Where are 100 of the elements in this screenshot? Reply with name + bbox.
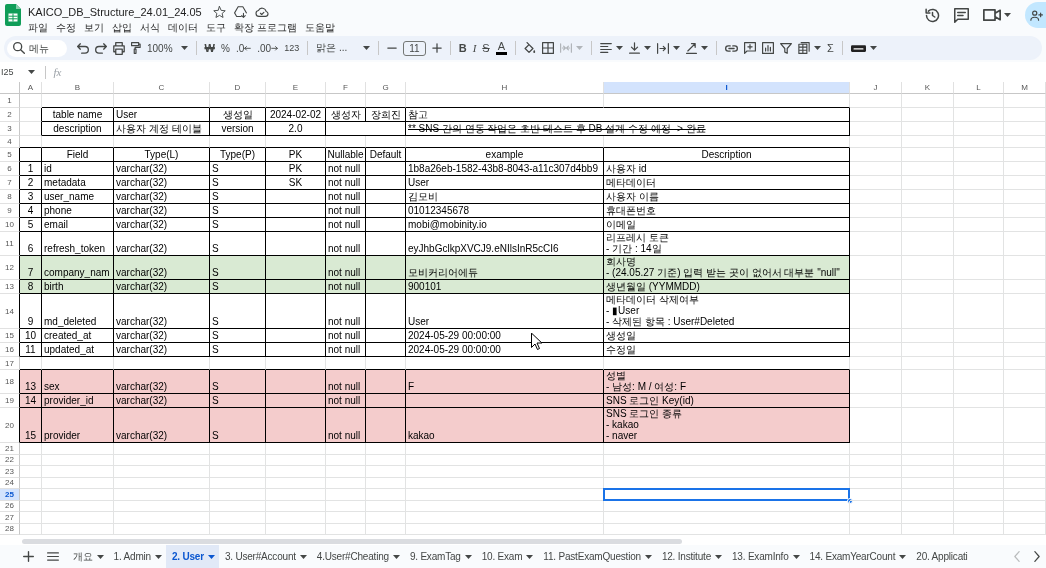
- sheet-tab[interactable]: 20. Applicati: [910, 545, 972, 568]
- column-header[interactable]: A: [20, 82, 42, 94]
- sheet-tab[interactable]: 12. Institute: [655, 545, 726, 568]
- plus-icon[interactable]: [23, 551, 34, 562]
- row-header[interactable]: 25: [0, 489, 20, 501]
- row-header[interactable]: 16: [0, 343, 20, 357]
- sheet-tab[interactable]: 14. ExamYearCount: [803, 545, 911, 568]
- undo-icon[interactable]: [77, 42, 89, 54]
- row-header[interactable]: 7: [0, 176, 20, 190]
- column-header[interactable]: B: [42, 82, 114, 94]
- menu-item[interactable]: 도구: [206, 21, 226, 35]
- menu-search-field[interactable]: 메뉴: [7, 39, 67, 57]
- zoom-select[interactable]: 100%: [147, 42, 188, 54]
- row-header[interactable]: 6: [0, 162, 20, 176]
- chart-icon[interactable]: [762, 42, 774, 54]
- diagonal-arrow-icon[interactable]: [686, 42, 697, 54]
- column-header[interactable]: C: [114, 82, 210, 94]
- table-grid-icon[interactable]: [798, 42, 810, 54]
- align-left-icon[interactable]: [600, 43, 612, 53]
- font-size-field[interactable]: 11: [403, 40, 426, 56]
- sheet-tab[interactable]: 4.User#Cheating: [310, 545, 404, 568]
- column-header[interactable]: D: [210, 82, 266, 94]
- row-header[interactable]: 10: [0, 218, 20, 232]
- row-header[interactable]: 11: [0, 232, 20, 256]
- name-box[interactable]: I25: [0, 67, 35, 77]
- menu-item[interactable]: 확장 프로그램: [234, 21, 297, 35]
- menu-item[interactable]: 보기: [84, 21, 104, 35]
- comment-icon[interactable]: [954, 7, 969, 23]
- fill-handle[interactable]: [847, 497, 853, 504]
- row-header[interactable]: 3: [0, 122, 20, 136]
- row-header[interactable]: 8: [0, 190, 20, 204]
- font-select[interactable]: 맑은 ...: [316, 41, 371, 55]
- triangle-arrow-icon[interactable]: [233, 5, 247, 18]
- decrease-decimal[interactable]: .0: [235, 42, 252, 54]
- filter-icon[interactable]: [780, 42, 792, 54]
- percent-format[interactable]: %: [220, 42, 230, 54]
- currency-format[interactable]: ₩: [204, 42, 215, 54]
- column-header[interactable]: J: [850, 82, 902, 94]
- scrollbar-thumb[interactable]: [22, 538, 682, 544]
- sheet-tab[interactable]: 2. User: [165, 545, 219, 568]
- menu-item[interactable]: 파일: [28, 21, 48, 35]
- menu-icon[interactable]: [47, 552, 59, 561]
- sheet-tab[interactable]: 개요: [67, 545, 108, 568]
- row-header[interactable]: 15: [0, 329, 20, 343]
- sheet-tab[interactable]: 11. PastExamQuestion: [537, 545, 656, 568]
- row-header[interactable]: 22: [0, 454, 20, 466]
- sheet-tab[interactable]: 13. ExamInfo: [726, 545, 804, 568]
- row-header[interactable]: 27: [0, 512, 20, 524]
- chevron-right-icon[interactable]: [1034, 551, 1040, 562]
- rounded-bar-icon[interactable]: [850, 44, 866, 52]
- sheet-tab[interactable]: 10. Exam: [475, 545, 538, 568]
- column-header[interactable]: H: [406, 82, 604, 94]
- minus-icon[interactable]: [387, 47, 398, 49]
- caret-icon[interactable]: [1004, 13, 1011, 17]
- cloud-check-icon[interactable]: [254, 6, 269, 17]
- column-header[interactable]: M: [1004, 82, 1046, 94]
- column-header[interactable]: I: [604, 82, 850, 94]
- menu-item[interactable]: 도움말: [304, 21, 335, 35]
- menu-item[interactable]: 서식: [140, 21, 160, 35]
- row-header[interactable]: 5: [0, 148, 20, 162]
- column-header[interactable]: E: [266, 82, 326, 94]
- column-header[interactable]: G: [366, 82, 406, 94]
- text-color-picker[interactable]: A: [495, 41, 507, 55]
- row-header[interactable]: 4: [0, 136, 20, 148]
- redo-icon[interactable]: [95, 42, 107, 54]
- strikethrough-toggle[interactable]: S: [482, 42, 490, 54]
- bold-toggle[interactable]: B: [458, 42, 467, 54]
- document-title[interactable]: KAICO_DB_Structure_24.01_24.05: [28, 5, 202, 18]
- row-header[interactable]: 17: [0, 357, 20, 370]
- link-icon[interactable]: [725, 44, 738, 52]
- menu-item[interactable]: 데이터: [168, 21, 198, 35]
- row-header[interactable]: 26: [0, 500, 20, 512]
- history-icon[interactable]: [925, 7, 940, 23]
- paint-bucket-icon[interactable]: [524, 42, 536, 54]
- column-header[interactable]: F: [326, 82, 366, 94]
- sheet-tab[interactable]: 3. User#Account: [218, 545, 311, 568]
- share-button[interactable]: [1025, 2, 1046, 28]
- column-header[interactable]: L: [954, 82, 1004, 94]
- spreadsheet-logo-icon[interactable]: [5, 4, 21, 26]
- print-icon[interactable]: [113, 41, 125, 55]
- menu-item[interactable]: 삽입: [112, 21, 132, 35]
- sheet-tab[interactable]: 9. ExamTag: [403, 545, 476, 568]
- comment-plus-icon[interactable]: [744, 42, 756, 54]
- increase-decimal[interactable]: .00: [257, 42, 279, 54]
- italic-toggle[interactable]: I: [472, 42, 477, 54]
- sheet-tab[interactable]: 1. Admin: [107, 545, 166, 568]
- video-camera-icon[interactable]: [983, 9, 1001, 21]
- column-header[interactable]: K: [902, 82, 954, 94]
- borders-icon[interactable]: [542, 42, 554, 54]
- functions-menu[interactable]: Σ: [827, 42, 834, 54]
- menu-item[interactable]: 수정: [56, 21, 76, 35]
- row-header[interactable]: 21: [0, 443, 20, 455]
- row-header[interactable]: 28: [0, 523, 20, 535]
- row-header[interactable]: 23: [0, 466, 20, 478]
- arrow-between-bars-icon[interactable]: [657, 42, 669, 54]
- align-bottom-icon[interactable]: [629, 42, 640, 54]
- plus-icon[interactable]: [431, 43, 442, 53]
- row-header[interactable]: 14: [0, 294, 20, 329]
- star-icon[interactable]: [212, 5, 226, 18]
- row-header[interactable]: 1: [0, 94, 20, 108]
